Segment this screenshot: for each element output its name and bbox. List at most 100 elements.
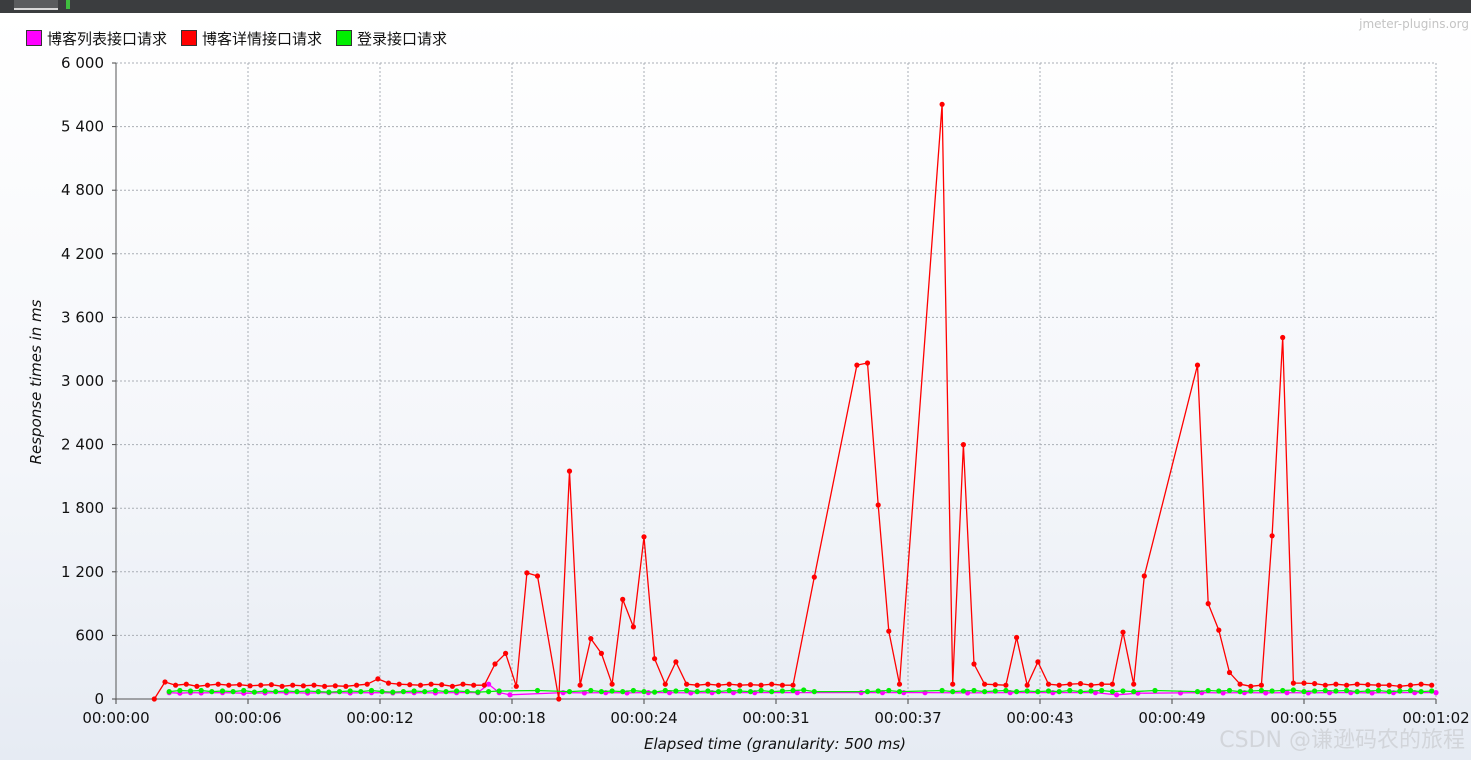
data-point: [1077, 689, 1084, 695]
data-point: [1014, 689, 1020, 695]
data-point: [1024, 682, 1030, 688]
data-point: [1269, 688, 1275, 694]
data-point: [982, 681, 988, 687]
data-point: [300, 683, 306, 689]
data-point: [279, 683, 285, 689]
data-point: [758, 687, 764, 694]
data-point: [1312, 688, 1318, 694]
data-point: [1035, 689, 1041, 695]
data-point: [1397, 683, 1403, 689]
data-point: [1067, 687, 1073, 694]
data-point: [939, 687, 945, 694]
data-point: [460, 681, 466, 687]
data-point: [790, 682, 796, 688]
data-point: [294, 689, 300, 695]
data-point: [960, 442, 967, 448]
data-point: [673, 659, 679, 665]
data-point: [769, 681, 775, 687]
data-point: [1014, 634, 1020, 641]
data-point: [1365, 688, 1371, 694]
data-point: [226, 682, 232, 688]
data-point: [486, 681, 492, 687]
data-point: [1216, 688, 1222, 694]
data-point: [858, 690, 864, 696]
data-point: [1003, 687, 1009, 694]
data-point: [443, 689, 449, 695]
data-point: [971, 661, 977, 667]
y-tick-label: 4 200: [61, 245, 104, 263]
data-point: [758, 682, 764, 688]
data-point: [262, 688, 268, 694]
data-point: [982, 689, 988, 695]
data-point: [1109, 681, 1115, 687]
data-point: [1216, 627, 1222, 633]
data-point: [1077, 681, 1084, 687]
data-point: [290, 682, 296, 688]
data-point: [375, 676, 381, 682]
data-point: [630, 624, 637, 630]
data-point: [566, 468, 573, 474]
data-point: [503, 650, 509, 657]
data-point: [747, 682, 754, 688]
data-point: [1322, 687, 1328, 694]
data-point: [1418, 689, 1424, 695]
chart-grid: [116, 62, 1437, 699]
data-point: [641, 534, 647, 540]
data-point: [747, 689, 754, 695]
data-point: [513, 683, 519, 689]
data-point: [1237, 689, 1243, 695]
data-point: [230, 689, 236, 695]
data-point: [790, 687, 796, 694]
data-point: [390, 689, 396, 695]
data-point: [1024, 688, 1030, 694]
data-point: [1248, 683, 1254, 689]
data-point: [481, 682, 487, 688]
data-point: [1226, 687, 1233, 694]
x-tick-label: 00:00:37: [874, 709, 941, 727]
data-point: [187, 688, 194, 694]
data-point: [496, 688, 502, 694]
data-point: [1258, 682, 1264, 688]
data-point: [162, 679, 168, 685]
data-point: [652, 689, 658, 695]
data-point: [343, 683, 349, 689]
data-point: [588, 687, 594, 694]
data-point: [1226, 669, 1233, 676]
response-times-chart: 0 600 1 200 1 800 2 400 3 000 3 600 4 200 4 800 5…: [27, 54, 1470, 753]
data-point: [705, 688, 711, 694]
data-point: [1290, 680, 1296, 686]
data-point: [1344, 682, 1350, 688]
data-point: [662, 681, 668, 687]
data-point: [396, 681, 402, 687]
data-point: [1109, 689, 1115, 695]
data-point: [1194, 689, 1201, 695]
data-point: [598, 689, 605, 695]
y-tick-label: 600: [75, 626, 104, 644]
data-point: [1365, 682, 1371, 688]
data-point: [534, 687, 541, 694]
data-point: [598, 650, 605, 657]
data-point: [1056, 689, 1062, 695]
data-point: [258, 682, 264, 688]
y-tick-label: 0: [94, 690, 104, 708]
data-point: [577, 682, 583, 688]
data-point: [1322, 682, 1328, 688]
data-point: [507, 692, 513, 698]
data-point: [715, 682, 722, 688]
data-point: [705, 681, 711, 687]
data-point: [950, 689, 956, 695]
y-tick-label: 4 800: [61, 181, 104, 199]
data-point: [1407, 682, 1414, 688]
y-tick-label: 3 600: [61, 308, 104, 326]
csdn-watermark: CSDN @谦逊码农的旅程: [1219, 728, 1465, 753]
data-point: [992, 682, 998, 688]
data-point: [1429, 688, 1435, 694]
data-point: [209, 689, 215, 695]
data-point: [236, 682, 243, 688]
data-point: [1035, 659, 1041, 665]
data-point: [1248, 688, 1254, 694]
data-point: [251, 689, 257, 695]
data-point: [1290, 687, 1296, 693]
data-point: [715, 689, 722, 695]
data-point: [417, 682, 424, 688]
